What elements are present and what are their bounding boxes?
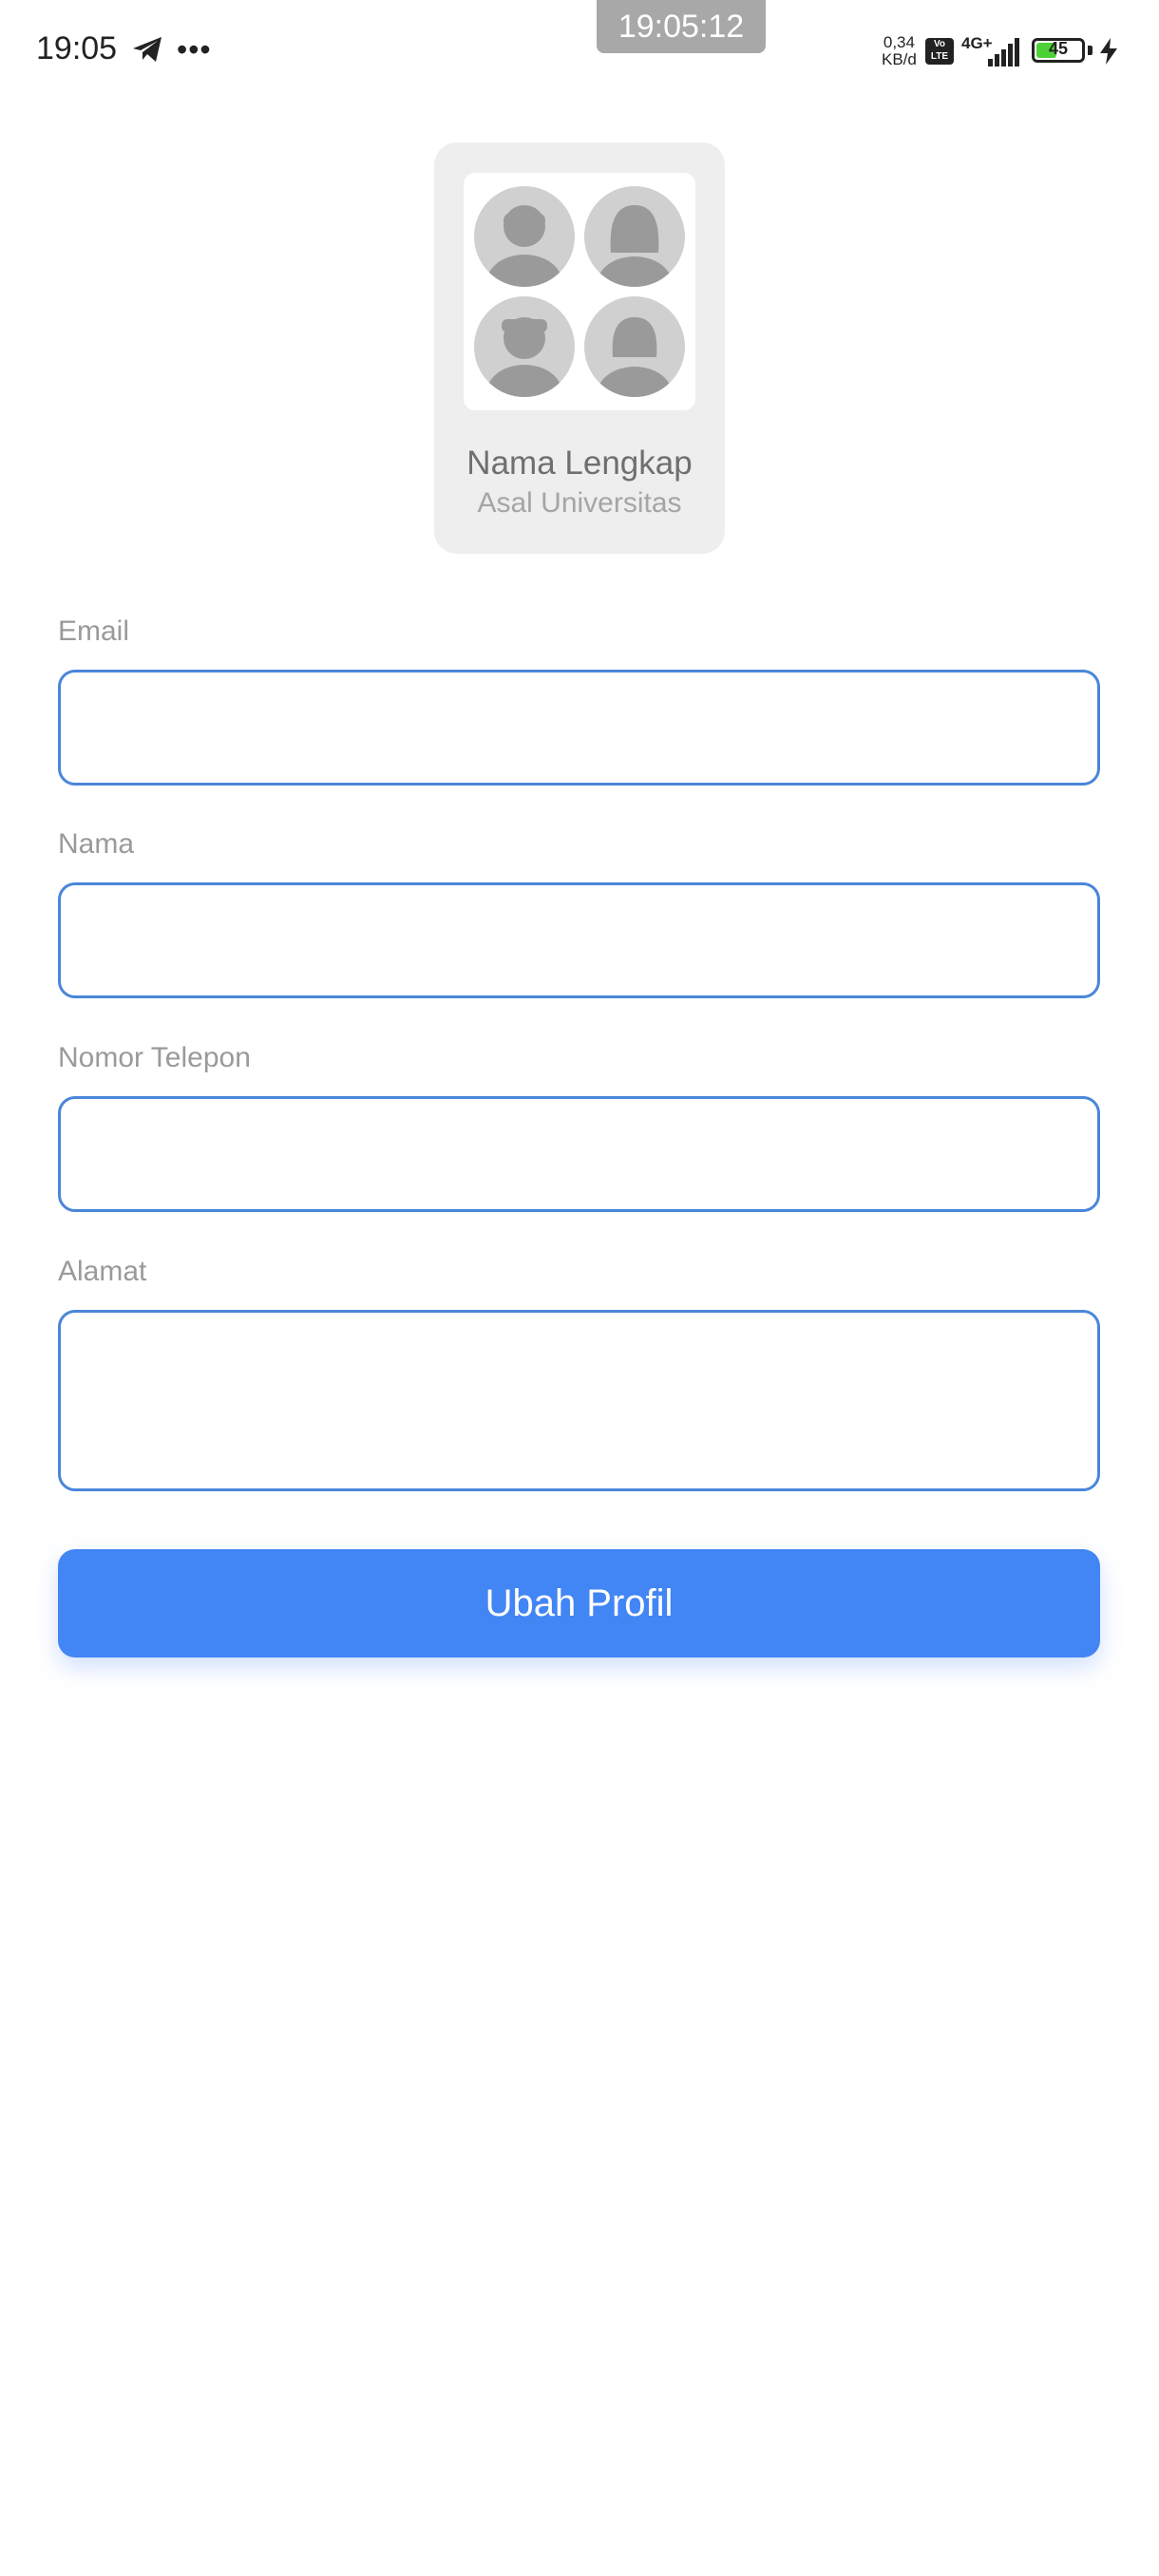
girl-avatar-icon [584,296,685,397]
profile-full-name: Nama Lengkap [466,445,693,482]
status-bar: 19:05 ••• 19:05:12 0,34 KB/d Vo LTE 4G+ … [0,0,1159,104]
address-label: Alamat [58,1256,147,1287]
address-field[interactable] [58,1310,1100,1491]
telegram-icon [133,37,162,62]
profile-university: Asal Universitas [477,487,682,519]
charging-icon [1100,38,1117,65]
status-time: 19:05 [36,30,118,66]
name-field[interactable] [58,882,1100,998]
volte-badge: Vo LTE [925,38,954,65]
female-avatar-icon [584,186,685,287]
phone-field[interactable] [58,1096,1100,1212]
phone-label: Nomor Telepon [58,1042,251,1073]
more-notifications-icon: ••• [177,32,212,66]
battery-cap [1088,46,1092,55]
network-speed-unit: KB/d [882,50,917,68]
profile-card[interactable]: Nama Lengkap Asal Universitas [434,142,725,554]
network-speed: 0,34 KB/d [882,34,917,68]
update-profile-button[interactable]: Ubah Profil [58,1549,1100,1657]
name-label: Nama [58,828,135,860]
placeholder-avatars-icon[interactable] [464,173,695,410]
screen-record-clock: 19:05:12 [597,0,766,53]
male-avatar-icon [474,186,575,287]
network-speed-value: 0,34 [883,33,915,51]
email-field[interactable] [58,670,1100,786]
battery-icon: 45 [1032,38,1085,63]
email-label: Email [58,616,130,647]
boy-avatar-icon [474,296,575,397]
battery-level: 45 [1048,39,1069,58]
signal-icon [988,38,1019,66]
